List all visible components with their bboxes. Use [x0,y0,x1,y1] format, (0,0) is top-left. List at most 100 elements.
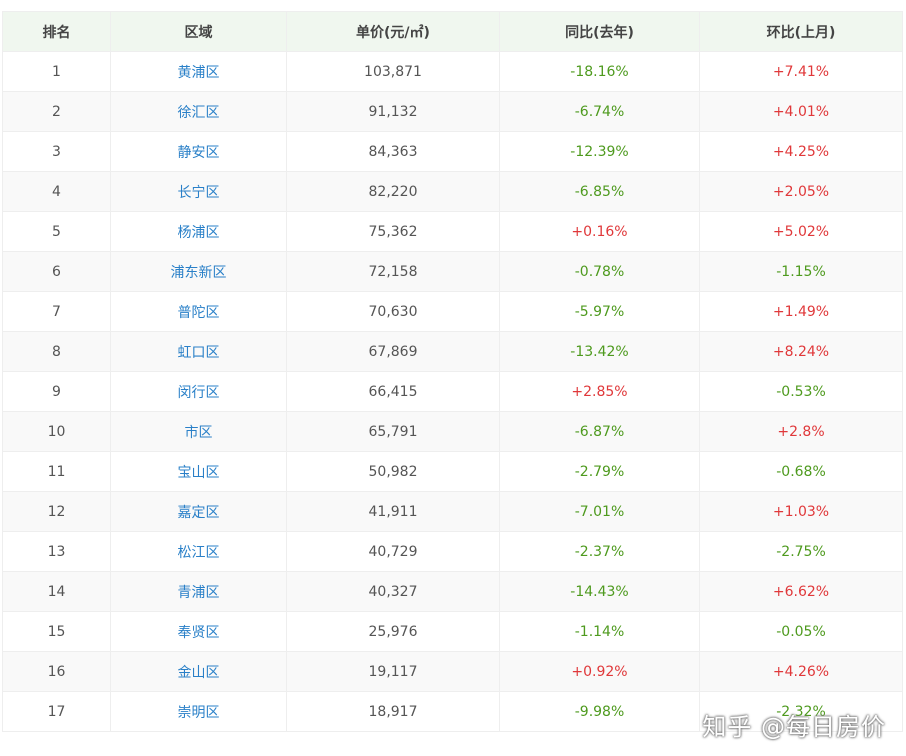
mom-cell: +6.62% [699,571,903,612]
header-row: 排名 区域 单价(元/㎡) 同比(去年) 环比(上月) [2,11,903,52]
rank-cell: 16 [2,651,111,692]
district-price-table: 排名 区域 单价(元/㎡) 同比(去年) 环比(上月) 1 黄浦区 103,871-… [2,11,903,732]
district-cell: 浦东新区 [110,251,287,292]
yoy-cell: -2.79% [499,451,700,492]
rank-cell: 14 [2,571,111,612]
district-cell: 长宁区 [110,171,287,212]
district-cell: 杨浦区 [110,211,287,252]
district-link[interactable]: 闵行区 [178,385,220,401]
mom-cell: +7.41% [699,51,903,92]
district-cell: 松江区 [110,531,287,572]
mom-cell: +8.24% [699,331,903,372]
yoy-cell: -1.14% [499,611,700,652]
district-cell: 普陀区 [110,291,287,332]
district-cell: 市区 [110,411,287,452]
district-link[interactable]: 黄浦区 [178,65,220,81]
table-row: 3 静安区 84,363 -12.39% +4.25% [2,131,903,172]
district-cell: 黄浦区 [110,51,287,92]
rank-cell: 10 [2,411,111,452]
price-cell: 18,917 [286,691,500,732]
district-cell: 嘉定区 [110,491,287,532]
yoy-cell: -14.43% [499,571,700,612]
rank-cell: 8 [2,331,111,372]
district-link[interactable]: 松江区 [178,545,220,561]
yoy-cell: -6.87% [499,411,700,452]
mom-cell: -2.32% [699,691,903,732]
table-row: 2 徐汇区 91,132 -6.74% +4.01% [2,91,903,132]
table-row: 14 青浦区 40,327 -14.43% +6.62% [2,571,903,612]
district-cell: 奉贤区 [110,611,287,652]
rank-cell: 3 [2,131,111,172]
district-link[interactable]: 杨浦区 [178,225,220,241]
rank-cell: 2 [2,91,111,132]
district-link[interactable]: 普陀区 [178,305,220,321]
mom-cell: -1.15% [699,251,903,292]
header-rank: 排名 [2,11,111,52]
district-link[interactable]: 宝山区 [178,465,220,481]
mom-cell: +4.25% [699,131,903,172]
table-row: 15 奉贤区 25,976 -1.14% -0.05% [2,611,903,652]
price-cell: 67,869 [286,331,500,372]
rank-cell: 17 [2,691,111,732]
rank-cell: 12 [2,491,111,532]
mom-cell: +2.05% [699,171,903,212]
rank-cell: 5 [2,211,111,252]
district-link[interactable]: 长宁区 [178,185,220,201]
table-row: 10 市区 65,791 -6.87% +2.8% [2,411,903,452]
price-cell: 70,630 [286,291,500,332]
district-link[interactable]: 徐汇区 [178,105,220,121]
district-cell: 静安区 [110,131,287,172]
rank-cell: 15 [2,611,111,652]
yoy-cell: -0.78% [499,251,700,292]
price-cell: 40,327 [286,571,500,612]
yoy-cell: -18.16% [499,51,700,92]
rank-cell: 9 [2,371,111,412]
yoy-cell: -6.85% [499,171,700,212]
mom-cell: +1.03% [699,491,903,532]
district-link[interactable]: 虹口区 [178,345,220,361]
table-row: 8 虹口区 67,869 -13.42% +8.24% [2,331,903,372]
yoy-cell: -13.42% [499,331,700,372]
price-cell: 75,362 [286,211,500,252]
district-link[interactable]: 嘉定区 [178,505,220,521]
mom-cell: +4.01% [699,91,903,132]
district-cell: 徐汇区 [110,91,287,132]
district-link[interactable]: 崇明区 [178,705,220,721]
table-row: 17 崇明区 18,917 -9.98% -2.32% [2,691,903,732]
table-row: 16 金山区 19,117 +0.92% +4.26% [2,651,903,692]
table-row: 9 闵行区 66,415 +2.85% -0.53% [2,371,903,412]
rank-cell: 6 [2,251,111,292]
district-cell: 宝山区 [110,451,287,492]
yoy-cell: -5.97% [499,291,700,332]
price-cell: 72,158 [286,251,500,292]
table-row: 13 松江区 40,729 -2.37% -2.75% [2,531,903,572]
table-row: 6 浦东新区 72,158 -0.78% -1.15% [2,251,903,292]
district-link[interactable]: 奉贤区 [178,625,220,641]
district-link[interactable]: 金山区 [178,665,220,681]
price-cell: 65,791 [286,411,500,452]
district-cell: 闵行区 [110,371,287,412]
district-link[interactable]: 浦东新区 [171,265,227,281]
table-row: 11 宝山区 50,982 -2.79% -0.68% [2,451,903,492]
mom-cell: -0.68% [699,451,903,492]
price-cell: 84,363 [286,131,500,172]
price-cell: 50,982 [286,451,500,492]
yoy-cell: -12.39% [499,131,700,172]
district-link[interactable]: 青浦区 [178,585,220,601]
district-link[interactable]: 静安区 [178,145,220,161]
yoy-cell: -6.74% [499,91,700,132]
district-cell: 虹口区 [110,331,287,372]
price-cell: 82,220 [286,171,500,212]
table-row: 7 普陀区 70,630 -5.97% +1.49% [2,291,903,332]
district-link[interactable]: 市区 [185,425,213,441]
price-cell: 66,415 [286,371,500,412]
price-cell: 41,911 [286,491,500,532]
yoy-cell: +0.16% [499,211,700,252]
yoy-cell: -9.98% [499,691,700,732]
yoy-cell: +0.92% [499,651,700,692]
mom-cell: +4.26% [699,651,903,692]
yoy-cell: +2.85% [499,371,700,412]
header-yoy: 同比(去年) [499,11,700,52]
table-header: 排名 区域 单价(元/㎡) 同比(去年) 环比(上月) [2,11,903,52]
price-cell: 40,729 [286,531,500,572]
